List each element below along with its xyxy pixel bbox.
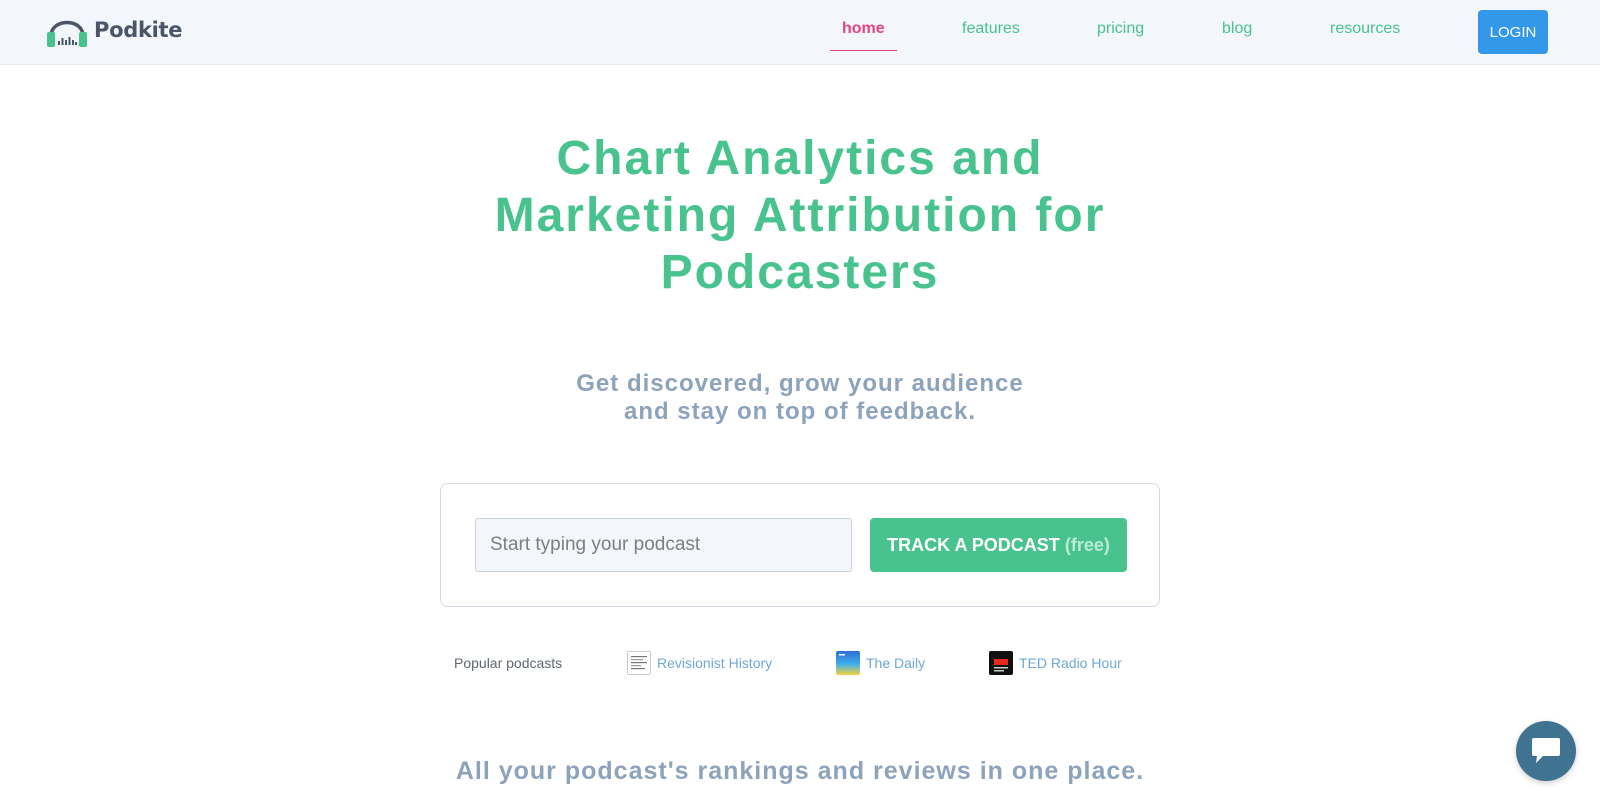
track-button-suffix: (free) (1064, 534, 1110, 555)
chat-bubble-icon (1532, 738, 1560, 763)
hero-title: Chart Analytics and Marketing Attributio… (400, 130, 1200, 301)
top-navbar: Podkite home features pricing blog resou… (0, 0, 1600, 65)
nav-item-resources[interactable]: resources (1330, 20, 1400, 38)
popular-podcast-link[interactable]: Revisionist History (627, 651, 772, 675)
brand-name: Podkite (94, 18, 183, 42)
active-nav-underline (830, 50, 897, 51)
revisionist-history-cover-icon (627, 651, 651, 675)
track-button-label: TRACK A PODCAST (887, 534, 1060, 555)
ted-radio-hour-cover-icon (989, 651, 1013, 675)
section-heading: All your podcast's rankings and reviews … (455, 757, 1145, 785)
popular-podcast-name: Revisionist History (657, 655, 773, 671)
hero-title-line: Chart Analytics and (556, 132, 1044, 185)
nav-item-blog[interactable]: blog (1222, 20, 1252, 38)
chat-launcher-button[interactable] (1516, 721, 1576, 781)
brand-link[interactable]: Podkite (46, 10, 183, 50)
popular-podcast-name: The Daily (866, 655, 926, 671)
nav-item-home[interactable]: home (842, 20, 885, 38)
login-button[interactable]: LOGIN (1478, 10, 1548, 54)
popular-podcast-link[interactable]: The Daily (836, 651, 925, 675)
hero-subtitle-line: and stay on top of feedback. (623, 398, 977, 425)
hero-subtitle-line: Get discovered, grow your audience (576, 370, 1024, 397)
podcast-search-input[interactable] (475, 518, 852, 572)
hero-title-line: Marketing Attribution for (494, 189, 1106, 242)
popular-podcasts-label: Popular podcasts (454, 655, 563, 671)
nav-item-pricing[interactable]: pricing (1097, 20, 1144, 38)
the-daily-cover-icon (836, 651, 860, 675)
popular-podcast-link[interactable]: TED Radio Hour (989, 651, 1122, 675)
nav-item-features[interactable]: features (962, 20, 1020, 38)
hero-title-line: Podcasters (660, 246, 940, 299)
track-podcast-button[interactable]: TRACK A PODCAST (free) (870, 518, 1127, 572)
hero-subtitle: Get discovered, grow your audience and s… (500, 370, 1100, 426)
search-card: TRACK A PODCAST (free) (440, 483, 1160, 607)
popular-podcast-name: TED Radio Hour (1019, 655, 1122, 671)
headphones-logo-icon (47, 20, 87, 47)
